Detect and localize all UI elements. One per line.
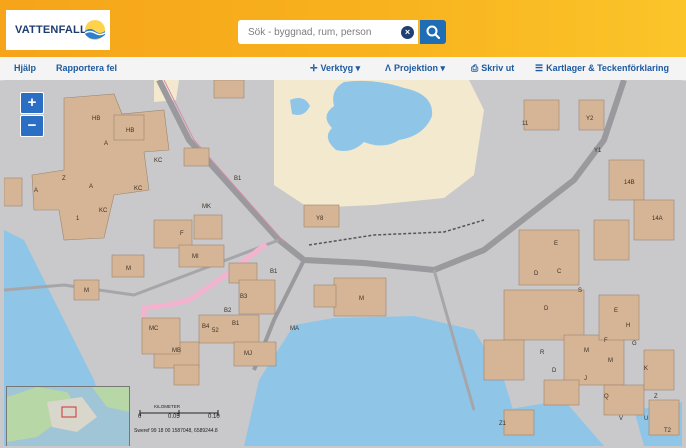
search-box: × xyxy=(238,20,446,44)
building-label: KC xyxy=(99,208,108,214)
vattenfall-logo[interactable]: VATTENFALL xyxy=(6,10,110,50)
scale-tick-label: 0 xyxy=(138,414,142,420)
building-label: M xyxy=(359,296,364,302)
building-label: B1 xyxy=(270,269,278,275)
building-label: J xyxy=(584,376,587,382)
crosshair-icon: ✛ xyxy=(310,63,318,73)
chevron-down-icon: ▾ xyxy=(438,63,446,73)
building-label: MJ xyxy=(244,351,252,357)
list-icon: ☰ xyxy=(535,63,544,73)
building-label: B3 xyxy=(240,294,248,300)
building-label: B4 xyxy=(202,324,210,330)
building-label: MI xyxy=(192,254,199,260)
building-label: B1 xyxy=(232,321,240,327)
building-label: T2 xyxy=(664,428,672,434)
logo-text: VATTENFALL xyxy=(15,24,87,36)
building-label: M xyxy=(126,266,131,272)
building-label: KC xyxy=(154,158,163,164)
building-label: F xyxy=(604,338,608,344)
layers-label: Kartlager & Teckenförklaring xyxy=(546,63,669,73)
building-label: F xyxy=(180,231,184,237)
building-label: V xyxy=(619,416,623,422)
building-label: 14B xyxy=(624,180,635,186)
building-label: M xyxy=(84,288,89,294)
building-label: C xyxy=(557,269,562,275)
zoom-in-button[interactable]: + xyxy=(20,92,44,114)
building-label: MA xyxy=(290,326,299,332)
building-label: K xyxy=(644,366,648,372)
layers-button[interactable]: ☰ Kartlager & Teckenförklaring xyxy=(535,57,669,80)
building-label: A xyxy=(89,184,93,190)
building-label: B1 xyxy=(234,176,242,182)
building-label: M xyxy=(608,358,613,364)
building-label: MK xyxy=(202,204,211,210)
chevron-down-icon: ▾ xyxy=(353,63,361,73)
building-label: M xyxy=(584,348,589,354)
building-label: R xyxy=(540,350,545,356)
scale-bar: KILOMETER 0 0.05 0.10 xyxy=(136,404,246,440)
building-label: HB xyxy=(92,116,100,122)
zoom-out-button[interactable]: − xyxy=(20,115,44,137)
search-button[interactable] xyxy=(420,20,446,44)
building-label: Z xyxy=(62,176,66,182)
print-label: Skriv ut xyxy=(481,63,515,73)
help-link[interactable]: Hjälp xyxy=(14,57,36,80)
building-label: D xyxy=(544,306,549,312)
app-header: VATTENFALL × xyxy=(0,0,686,57)
building-label: 52 xyxy=(212,328,219,334)
building-label: KC xyxy=(134,186,143,192)
coordinate-readout: Sweref 99 18 00 1587048, 6589244.8 xyxy=(134,428,218,434)
building-label: G xyxy=(632,341,637,347)
search-input[interactable] xyxy=(238,20,418,44)
report-error-link[interactable]: Rapportera fel xyxy=(56,57,117,80)
building-label: 11 xyxy=(522,121,529,127)
building-label: Y2 xyxy=(586,116,594,122)
projection-menu[interactable]: Ʌ Projektion ▾ xyxy=(385,57,445,80)
minimap-canvas xyxy=(7,387,129,446)
building-label: MB xyxy=(172,348,181,354)
building-label: U xyxy=(644,416,648,422)
building-label: Y1 xyxy=(594,148,602,154)
map-view[interactable]: HB HB A KC KC A Z A KC 1 MK F M MI B1 M … xyxy=(4,80,682,446)
tools-label: Verktyg xyxy=(320,63,354,73)
building-label: H xyxy=(626,323,630,329)
building-label: E xyxy=(554,241,558,247)
scale-tick-label: 0.05 xyxy=(168,414,180,420)
building-label: Z xyxy=(654,394,658,400)
building-label: D xyxy=(552,368,557,374)
scale-tick-label: 0.10 xyxy=(208,414,220,420)
building-label: MC xyxy=(149,326,159,332)
building-label: Y8 xyxy=(316,216,324,222)
building-label: Z1 xyxy=(499,421,507,427)
building-label: E xyxy=(614,308,618,314)
tools-menu[interactable]: ✛ Verktyg ▾ xyxy=(310,57,360,80)
search-icon xyxy=(426,25,441,40)
projection-label: Projektion xyxy=(394,63,439,73)
projection-icon: Ʌ xyxy=(385,63,392,73)
toolbar: Hjälp Rapportera fel ✛ Verktyg ▾ Ʌ Projekt… xyxy=(0,57,686,81)
building-label: 14A xyxy=(652,216,663,222)
building-label: A xyxy=(104,141,108,147)
building-label: A xyxy=(34,188,38,194)
building-label: D xyxy=(534,271,539,277)
building-label: HB xyxy=(126,128,134,134)
clear-search-icon[interactable]: × xyxy=(401,26,414,39)
logo-mark-icon xyxy=(84,20,106,40)
print-button[interactable]: ⎙ Skriv ut xyxy=(471,57,514,80)
printer-icon: ⎙ xyxy=(471,63,479,73)
building-label: B2 xyxy=(224,308,232,314)
building-label: S xyxy=(578,288,582,294)
overview-minimap[interactable] xyxy=(6,386,130,446)
building-label: Q xyxy=(604,394,609,400)
